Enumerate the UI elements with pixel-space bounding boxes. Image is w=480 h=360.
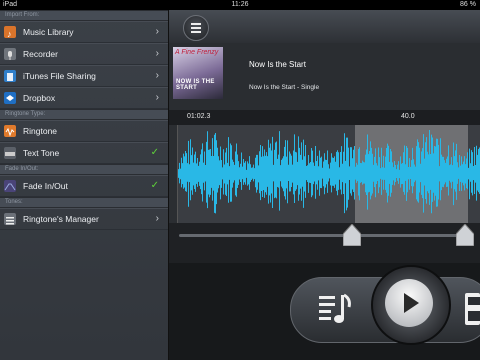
sidebar-item-label: iTunes File Sharing — [23, 71, 96, 81]
sidebar-item-label: Text Tone — [23, 148, 60, 158]
music-library-icon: ♪ — [4, 26, 16, 39]
menu-icon-bar — [191, 27, 201, 29]
playlist-icon[interactable] — [319, 291, 353, 325]
toolbar — [169, 10, 480, 43]
section-header-fade: Fade In/Out: — [0, 164, 168, 175]
sidebar-item-recorder[interactable]: Recorder › — [0, 43, 168, 65]
sidebar-item-label: Recorder — [23, 49, 58, 59]
waveform-graphic — [177, 125, 480, 223]
sidebar-item-label: Ringtone — [23, 126, 58, 136]
waveform[interactable] — [177, 125, 480, 223]
fade-icon — [4, 180, 16, 192]
recorder-icon — [4, 48, 16, 60]
timeline-start-time: 01:02.3 — [187, 113, 211, 120]
waveform-left-edge — [169, 125, 178, 223]
ringtone-icon — [4, 125, 16, 137]
playback-controls — [169, 263, 480, 360]
chevron-right-icon: › — [155, 48, 159, 59]
timeline-end-time: 40.0 — [401, 113, 415, 120]
sidebar-item-fade-in-out[interactable]: Fade In/Out ✓ — [0, 175, 168, 197]
itunes-file-sharing-icon — [4, 70, 16, 82]
sidebar-item-dropbox[interactable]: Dropbox › — [0, 87, 168, 109]
section-header-ringtone-type: Ringtone Type: — [0, 109, 168, 120]
sidebar-item-label: Ringtone's Manager — [23, 214, 99, 224]
play-icon — [404, 293, 419, 313]
artwork-artist-text: A Fine Frenzy — [175, 49, 219, 56]
album-artwork: A Fine Frenzy NOW IS THE START — [173, 47, 223, 99]
battery-indicator: 86 % — [460, 1, 476, 8]
range-slider-track[interactable] — [179, 234, 474, 237]
track-album: Now Is the Start - Single — [249, 84, 320, 91]
dropbox-icon — [4, 92, 16, 104]
checkmark-icon: ✓ — [150, 180, 159, 191]
sidebar-item-text-tone[interactable]: Text Tone ✓ — [0, 142, 168, 164]
sidebar-item-ringtones-manager[interactable]: Ringtone's Manager › — [0, 208, 168, 230]
editor-panel: A Fine Frenzy NOW IS THE START Now Is th… — [169, 10, 480, 360]
chevron-right-icon: › — [155, 70, 159, 81]
menu-button[interactable] — [183, 15, 209, 41]
track-title: Now Is the Start — [249, 60, 306, 69]
artwork-title-text: NOW IS THE START — [176, 79, 215, 91]
svg-text:♪: ♪ — [7, 29, 12, 39]
sidebar-item-label: Music Library — [23, 27, 74, 37]
save-icon[interactable] — [465, 293, 480, 325]
section-header-tones: Tones: — [0, 197, 168, 208]
track-info: A Fine Frenzy NOW IS THE START Now Is th… — [169, 43, 480, 110]
chevron-right-icon: › — [155, 26, 159, 37]
play-button-face — [385, 279, 433, 327]
sidebar-item-ringtone[interactable]: Ringtone — [0, 120, 168, 142]
menu-icon-bar — [191, 31, 201, 33]
sidebar: Import From: ♪ Music Library › Recorder … — [0, 10, 169, 360]
sidebar-item-music-library[interactable]: ♪ Music Library › — [0, 21, 168, 43]
text-tone-icon — [4, 147, 16, 159]
ringtones-manager-icon — [4, 213, 16, 225]
chevron-right-icon: › — [155, 213, 159, 224]
timeline: 01:02.3 40.0 — [169, 110, 480, 125]
status-bar: iPad 11:26 86 % — [0, 0, 480, 10]
chevron-right-icon: › — [155, 92, 159, 103]
clock: 11:26 — [231, 1, 249, 8]
sidebar-item-itunes-file-sharing[interactable]: iTunes File Sharing › — [0, 65, 168, 87]
range-end-handle[interactable] — [456, 224, 474, 246]
checkmark-icon: ✓ — [150, 147, 159, 158]
section-header-import: Import From: — [0, 10, 168, 21]
sidebar-item-label: Dropbox — [23, 93, 56, 103]
play-button[interactable] — [371, 265, 451, 345]
menu-icon — [191, 23, 201, 25]
sidebar-item-label: Fade In/Out — [23, 181, 68, 191]
range-start-handle[interactable] — [343, 224, 361, 246]
